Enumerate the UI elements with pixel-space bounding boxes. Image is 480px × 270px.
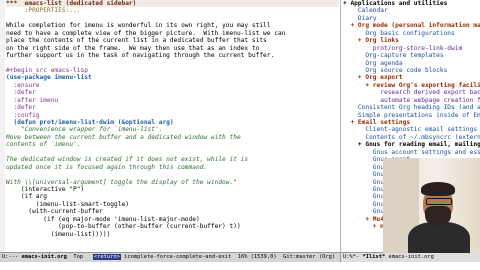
- imenu-list-item[interactable]: + Org mode (personal information manager…: [343, 22, 480, 29]
- webcam-person-hair: [421, 182, 455, 196]
- buffer-line[interactable]: :PROPERTIES:...: [6, 7, 339, 14]
- imenu-list-item[interactable]: + Applications and utilities: [343, 0, 480, 7]
- mode-line-state: U:---: [2, 254, 22, 260]
- mode-line-right: U:%*- *Ilist* emacs-init.org: [340, 253, 480, 262]
- imenu-list-item[interactable]: automate webpage creation for diff: [343, 97, 480, 104]
- imenu-list-item[interactable]: Calendar: [343, 7, 480, 14]
- buffer-line[interactable]: :ensure: [6, 82, 339, 89]
- imenu-list-item[interactable]: Diary: [343, 15, 480, 22]
- imenu-list-item[interactable]: Consistent Org heading IDs (and anchors): [343, 104, 480, 111]
- imenu-list-item[interactable]: + Org links: [343, 37, 480, 44]
- webcam-person-body: [408, 222, 470, 253]
- buffer-line[interactable]: The dedicated window is created if it do…: [6, 156, 339, 163]
- buffer-line[interactable]: (interactive "P"): [6, 186, 339, 193]
- imenu-list-item[interactable]: Org agenda: [343, 60, 480, 67]
- imenu-list-item[interactable]: + Email settings: [343, 119, 480, 126]
- mode-line-right-buffer[interactable]: *Ilist*: [362, 254, 385, 260]
- imenu-list-item[interactable]: Org basic configurations: [343, 30, 480, 37]
- imenu-list-item[interactable]: research derived export backends: [343, 89, 480, 96]
- imenu-list-item[interactable]: Org source code blocks: [343, 67, 480, 74]
- imenu-list-item[interactable]: prot/org-store-link-dwim: [343, 45, 480, 52]
- imenu-list-item[interactable]: + review Org's exporting facilities: [343, 82, 480, 89]
- left-fringe: [0, 0, 5, 253]
- buffer-line[interactable]: :defer: [6, 89, 339, 96]
- mode-line-position: Top: [66, 254, 93, 260]
- webcam-overlay: [383, 158, 480, 253]
- buffer-line[interactable]: (imenu-list))))): [6, 231, 339, 238]
- key-echo-return: <return>: [92, 254, 121, 260]
- imenu-list-item[interactable]: + Org export: [343, 74, 480, 81]
- buffer-line[interactable]: (use-package imenu-list: [6, 74, 339, 81]
- buffer-line[interactable]: :after imenu: [6, 97, 339, 104]
- buffer-line[interactable]: [6, 171, 339, 178]
- imenu-list-item[interactable]: Gnus account settings and essential: [343, 149, 480, 156]
- buffer-line[interactable]: (pop-to-buffer (other-buffer (current-bu…: [6, 223, 339, 230]
- buffer-line[interactable]: (imenu-list-smart-toggle): [6, 201, 339, 208]
- buffer-line[interactable]: updated once it is focused again through…: [6, 164, 339, 171]
- imenu-list-item[interactable]: + Gnus for reading email, mailing lists: [343, 141, 480, 148]
- buffer-line[interactable]: (defun prot/imenu-list-dwim (&optional a…: [6, 119, 339, 126]
- imenu-list-item[interactable]: Org-capture templates: [343, 52, 480, 59]
- buffer-line[interactable]: *** emacs-list (dedicated sidebar): [6, 0, 339, 8]
- buffer-line[interactable]: [6, 238, 339, 245]
- buffer-line[interactable]: (with-current-buffer: [6, 208, 339, 215]
- mode-line-buffer-name[interactable]: emacs-init.org: [21, 254, 66, 260]
- org-buffer-text[interactable]: *** emacs-list (dedicated sidebar) :PROP…: [6, 0, 339, 245]
- editor-window[interactable]: *** emacs-list (dedicated sidebar) :PROP…: [0, 0, 339, 253]
- buffer-line[interactable]: on the right side of the frame. We may t…: [6, 45, 339, 52]
- buffer-line[interactable]: (if arg: [6, 193, 339, 200]
- buffer-line[interactable]: While completion for imenu is wonderful …: [6, 22, 339, 29]
- mode-line-left: U:--- emacs-init.org Top <return> icompl…: [2, 253, 340, 262]
- buffer-line[interactable]: With \\[universal-argument] toggle the d…: [6, 179, 339, 186]
- buffer-line[interactable]: (if (eq major-mode 'imenu-list-major-mod…: [6, 216, 339, 223]
- minibuffer[interactable]: [0, 262, 480, 270]
- buffer-line[interactable]: "Convenience wrapper for `imenu-list'.: [6, 126, 339, 133]
- mode-line-right-file: emacs-init.org: [385, 254, 434, 260]
- buffer-line[interactable]: :defer: [6, 104, 339, 111]
- buffer-line[interactable]: need to have a complete view of the bigg…: [6, 30, 339, 37]
- buffer-line[interactable]: :config: [6, 112, 339, 119]
- buffer-line[interactable]: further support us in the task of naviga…: [6, 52, 339, 59]
- buffer-line[interactable]: #+begin_src emacs-lisp: [6, 67, 339, 74]
- mode-line-right-state: U:%*-: [343, 254, 363, 260]
- imenu-list-item[interactable]: Client-agnostic email settings (sendmail: [343, 126, 480, 133]
- mode-line: U:--- emacs-init.org Top <return> icompl…: [0, 252, 480, 262]
- buffer-line[interactable]: contents of `imenu'.: [6, 141, 339, 148]
- imenu-list-item[interactable]: Simple presentations inside of Emacs (Or…: [343, 112, 480, 119]
- buffer-line[interactable]: Move between the current buffer and a de…: [6, 134, 339, 141]
- buffer-line[interactable]: [6, 15, 339, 22]
- buffer-line[interactable]: place the contents of the current list i…: [6, 37, 339, 44]
- imenu-list-item[interactable]: Contents of ~/.mbsyncrc (external to Em: [343, 134, 480, 141]
- buffer-line[interactable]: [6, 149, 339, 156]
- mode-line-command: icomplete-force-complete-and-exit 16% (1…: [120, 254, 342, 260]
- webcam-person-glasses: [426, 198, 452, 205]
- buffer-line[interactable]: [6, 60, 339, 67]
- webcam-person-beard: [425, 206, 451, 226]
